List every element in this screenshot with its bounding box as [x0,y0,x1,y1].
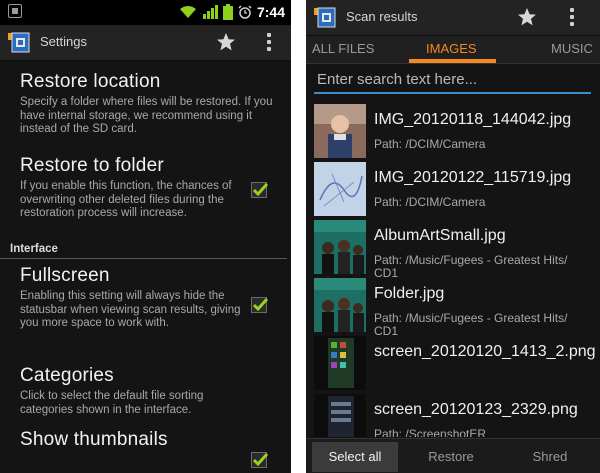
pref-summary: Click to select the default file sorting… [20,390,204,416]
file-name: Folder.jpg [374,285,445,302]
select-all-button[interactable]: Select all [312,442,398,472]
show-thumbnails-checkbox[interactable] [251,452,269,468]
file-name: AlbumArtSmall.jpg [374,227,506,244]
file-name: IMG_20120118_144042.jpg [374,111,572,128]
shred-button[interactable]: Shred [504,442,596,472]
file-row[interactable]: IMG_20120122_115719.jpg Path: /DCIM/Came… [306,160,600,218]
file-path: Path: /DCIM/Camera [374,195,486,209]
alarm-icon [238,5,252,19]
thumbnail-album-cover [314,278,366,332]
file-row[interactable]: screen_20120120_1413_2.png [306,334,600,392]
pref-summary: If you enable this function, the chances… [20,180,232,219]
file-name: IMG_20120122_115719.jpg [374,169,572,186]
status-clock: 7:44 [256,4,285,20]
overflow-menu-icon[interactable] [266,33,272,53]
tab-all-files[interactable]: ALL FILES [312,41,374,56]
pref-title: Restore to folder [20,155,164,176]
restore-to-folder-checkbox[interactable] [251,182,269,198]
pref-fullscreen[interactable]: Fullscreen Enabling this setting will al… [0,259,291,357]
app-icon[interactable] [8,31,30,53]
pref-summary: Specify a folder where files will be res… [20,96,273,135]
thumbnail-sketch-photo [314,162,366,216]
pref-title: Restore location [20,71,161,92]
scan-results-action-bar: Scan results [306,0,600,36]
file-row[interactable]: AlbumArtSmall.jpg Path: /Music/Fugees - … [306,218,600,280]
pref-show-thumbnails[interactable]: Show thumbnails [0,425,291,468]
file-list: IMG_20120118_144042.jpg Path: /DCIM/Came… [306,102,600,437]
pref-restore-location[interactable]: Restore location Specify a folder where … [0,61,291,147]
settings-action-bar: Settings [0,25,291,61]
settings-screen: 7:44 Settings Restore location Specify a… [0,0,291,473]
pref-categories[interactable]: Categories Click to select the default f… [0,357,291,425]
restore-button[interactable]: Restore [405,442,497,472]
scan-results-screen: Scan results ALL FILES IMAGES MUSIC IMG_… [306,0,600,473]
battery-icon [222,4,233,20]
wifi-icon [179,5,197,19]
action-button-bar: Select all Restore Shred [306,438,600,473]
thumbnail-screenshot [314,394,366,437]
file-row[interactable]: Folder.jpg Path: /Music/Fugees - Greates… [306,276,600,338]
fullscreen-checkbox[interactable] [251,297,269,313]
page-title: Settings [40,34,87,49]
file-name: screen_20120123_2329.png [374,401,578,418]
category-header: Interface [0,241,287,259]
search-input[interactable] [314,68,591,91]
pref-title: Categories [20,365,114,386]
pref-title: Show thumbnails [20,429,168,450]
tab-images[interactable]: IMAGES [426,41,477,56]
search-field[interactable] [314,68,591,94]
pref-title: Fullscreen [20,265,110,286]
notification-icon [8,4,22,18]
active-tab-indicator [409,59,496,63]
thumbnail-screenshot [314,336,366,390]
thumbnail-portrait-photo [314,104,366,158]
page-title: Scan results [346,9,418,24]
star-icon[interactable] [214,30,238,54]
overflow-menu-icon[interactable] [569,8,575,28]
file-name: screen_20120120_1413_2.png [374,343,596,360]
star-icon[interactable] [515,5,539,29]
file-path: Path: /DCIM/Camera [374,137,486,151]
app-icon[interactable] [314,6,336,28]
category-tabs: ALL FILES IMAGES MUSIC [306,36,600,64]
file-row[interactable]: IMG_20120118_144042.jpg Path: /DCIM/Came… [306,102,600,160]
thumbnail-album-cover [314,220,366,274]
signal-icon [202,5,218,19]
tab-music[interactable]: MUSIC [551,41,593,56]
pref-restore-to-folder[interactable]: Restore to folder If you enable this fun… [0,147,291,241]
file-row[interactable]: screen_20120123_2329.png Path: /Screensh… [306,392,600,437]
file-path: Path: /ScreenshotER [374,427,487,438]
status-bar: 7:44 [0,0,291,25]
pref-summary: Enabling this setting will always hide t… [20,290,241,329]
